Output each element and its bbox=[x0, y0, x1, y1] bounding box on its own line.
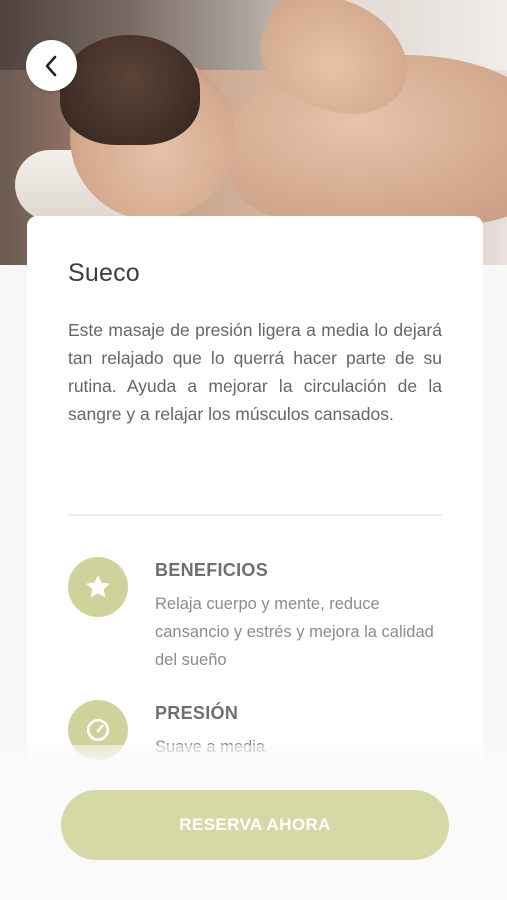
hero-hair bbox=[60, 35, 200, 145]
feature-title: BENEFICIOS bbox=[155, 560, 269, 580]
feature-text: Relaja cuerpo y mente, reduce cansancio … bbox=[155, 595, 434, 669]
star-icon bbox=[68, 557, 128, 617]
service-title: Sueco bbox=[68, 259, 140, 287]
service-description: Este masaje de presión ligera a media lo… bbox=[68, 320, 442, 424]
divider bbox=[68, 514, 442, 516]
chevron-left-icon bbox=[45, 55, 56, 76]
back-button[interactable] bbox=[26, 40, 77, 91]
feature-title: PRESIÓN bbox=[155, 703, 239, 723]
reserve-button[interactable]: RESERVA AHORA bbox=[61, 790, 449, 860]
